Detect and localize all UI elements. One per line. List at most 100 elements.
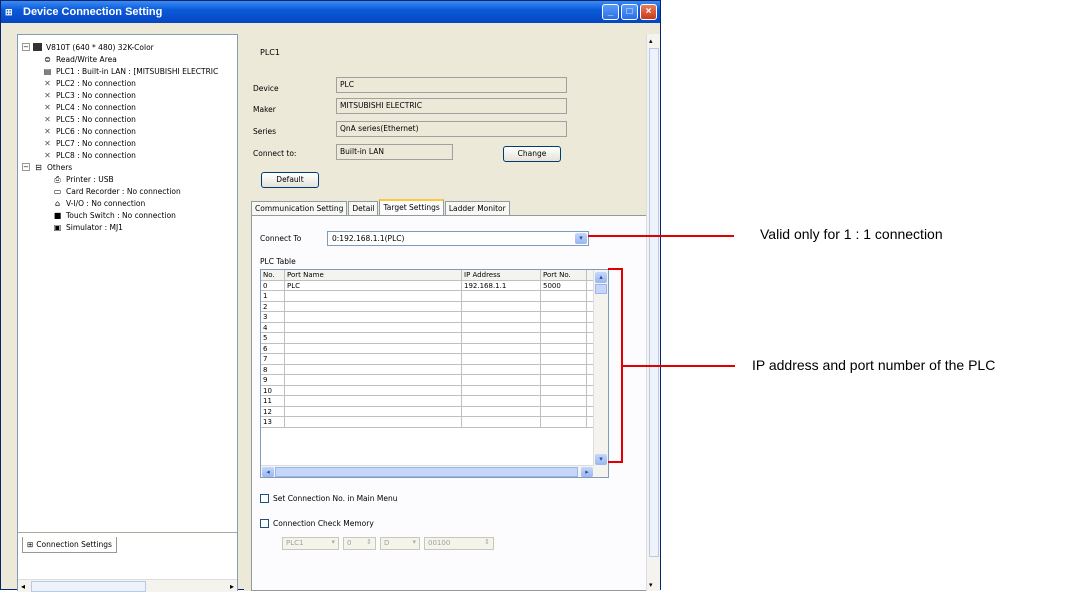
tree-item[interactable]: ⌂ V-I/O : No connection: [22, 197, 237, 209]
cell-no[interactable]: 9: [261, 375, 285, 385]
cell-no[interactable]: 1: [261, 291, 285, 301]
scroll-up-icon[interactable]: ▴: [595, 272, 607, 283]
cell-port-name[interactable]: [285, 312, 462, 322]
cell-port-name[interactable]: [285, 396, 462, 406]
memory-address-stepper[interactable]: 00100 ⇕: [424, 537, 494, 550]
memory-device-select[interactable]: D ▾: [380, 537, 420, 550]
cell-port-no[interactable]: [541, 291, 587, 301]
cell-ip-address[interactable]: [462, 396, 541, 406]
table-row[interactable]: 2: [261, 301, 608, 312]
cell-port-no[interactable]: [541, 364, 587, 374]
set-connection-checkbox[interactable]: [260, 494, 269, 503]
cell-port-no[interactable]: [541, 333, 587, 343]
table-row[interactable]: 10: [261, 385, 608, 396]
cell-no[interactable]: 2: [261, 301, 285, 311]
cell-ip-address[interactable]: [462, 364, 541, 374]
column-header-port-no[interactable]: Port No.: [541, 270, 587, 280]
table-row[interactable]: 6: [261, 343, 608, 354]
scroll-up-icon[interactable]: ▴: [649, 37, 653, 45]
tab-detail[interactable]: Detail: [348, 201, 379, 215]
table-row[interactable]: 8: [261, 364, 608, 375]
connect-to-select[interactable]: 0:192.168.1.1(PLC) ▾: [327, 231, 589, 246]
table-row[interactable]: 7: [261, 354, 608, 365]
cell-ip-address[interactable]: [462, 417, 541, 427]
cell-ip-address[interactable]: [462, 385, 541, 395]
cell-port-no[interactable]: [541, 301, 587, 311]
collapse-icon[interactable]: −: [22, 163, 30, 171]
cell-no[interactable]: 10: [261, 385, 285, 395]
tree-item[interactable]: ⎙ Printer : USB: [22, 173, 237, 185]
cell-port-name[interactable]: [285, 417, 462, 427]
cell-port-no[interactable]: [541, 354, 587, 364]
cell-port-name[interactable]: [285, 375, 462, 385]
table-row[interactable]: 1: [261, 291, 608, 302]
tree-item[interactable]: ⊜ Read/Write Area: [22, 53, 237, 65]
table-row[interactable]: 13: [261, 417, 608, 428]
cell-no[interactable]: 6: [261, 343, 285, 353]
cell-ip-address[interactable]: [462, 354, 541, 364]
cell-port-no[interactable]: [541, 417, 587, 427]
cell-ip-address[interactable]: [462, 343, 541, 353]
tree-item[interactable]: ✕ PLC6 : No connection: [22, 125, 237, 137]
chevron-down-icon[interactable]: ▾: [575, 233, 587, 244]
scroll-right-icon[interactable]: ▸: [581, 467, 593, 477]
cell-port-name[interactable]: [285, 291, 462, 301]
tree-item[interactable]: ▣ Simulator : MJ1: [22, 221, 237, 233]
cell-port-name[interactable]: [285, 364, 462, 374]
tree-item[interactable]: ■ Touch Switch : No connection: [22, 209, 237, 221]
memory-plc-select[interactable]: PLC1 ▾: [282, 537, 339, 550]
cell-no[interactable]: 8: [261, 364, 285, 374]
cell-ip-address[interactable]: [462, 291, 541, 301]
tree-root[interactable]: − V810T (640 * 480) 32K-Color: [22, 41, 237, 53]
left-horizontal-scrollbar[interactable]: ◂ ▸: [18, 579, 237, 592]
table-row[interactable]: 4: [261, 322, 608, 333]
cell-port-name[interactable]: [285, 301, 462, 311]
tab-ladder-monitor[interactable]: Ladder Monitor: [444, 201, 510, 215]
cell-port-no[interactable]: [541, 375, 587, 385]
scroll-thumb[interactable]: [649, 48, 659, 557]
cell-port-name[interactable]: [285, 385, 462, 395]
cell-ip-address[interactable]: [462, 406, 541, 416]
cell-ip-address[interactable]: [462, 301, 541, 311]
cell-port-name[interactable]: [285, 354, 462, 364]
cell-port-name[interactable]: PLC: [285, 280, 462, 290]
cell-ip-address[interactable]: [462, 312, 541, 322]
cell-no[interactable]: 13: [261, 417, 285, 427]
minimize-button[interactable]: _: [602, 4, 619, 20]
cell-no[interactable]: 7: [261, 354, 285, 364]
table-row[interactable]: 9: [261, 375, 608, 386]
cell-port-no[interactable]: [541, 312, 587, 322]
tree-others[interactable]: − ⊟ Others: [22, 161, 237, 173]
scroll-down-icon[interactable]: ▾: [649, 581, 653, 589]
tree-item[interactable]: ▤ PLC1 : Built-in LAN : [MITSUBISHI ELECT…: [22, 65, 237, 77]
check-memory-checkbox[interactable]: [260, 519, 269, 528]
cell-port-no[interactable]: [541, 406, 587, 416]
table-horizontal-scrollbar[interactable]: ◂ ▸: [261, 465, 594, 477]
cell-no[interactable]: 12: [261, 406, 285, 416]
tree-item[interactable]: ✕ PLC7 : No connection: [22, 137, 237, 149]
check-memory-option[interactable]: Connection Check Memory: [260, 519, 374, 528]
table-row[interactable]: 12: [261, 406, 608, 417]
tree-item[interactable]: ✕ PLC2 : No connection: [22, 77, 237, 89]
scroll-left-icon[interactable]: ◂: [262, 467, 274, 477]
scroll-thumb[interactable]: [595, 284, 607, 294]
tree-item[interactable]: ✕ PLC8 : No connection: [22, 149, 237, 161]
collapse-icon[interactable]: −: [22, 43, 30, 51]
cell-port-no[interactable]: [541, 343, 587, 353]
cell-no[interactable]: 5: [261, 333, 285, 343]
table-row[interactable]: 3: [261, 312, 608, 323]
scroll-down-icon[interactable]: ▾: [595, 454, 607, 465]
settings-vertical-scrollbar[interactable]: ▴ ▾: [646, 34, 660, 591]
cell-ip-address[interactable]: [462, 322, 541, 332]
cell-port-name[interactable]: [285, 322, 462, 332]
column-header-port-name[interactable]: Port Name: [285, 270, 462, 280]
table-row[interactable]: 11: [261, 396, 608, 407]
table-vertical-scrollbar[interactable]: ▴ ▾: [593, 270, 608, 477]
cell-ip-address[interactable]: [462, 375, 541, 385]
cell-port-no[interactable]: [541, 396, 587, 406]
tree-item[interactable]: ✕ PLC3 : No connection: [22, 89, 237, 101]
tab-target-settings[interactable]: Target Settings: [379, 199, 444, 215]
maximize-button[interactable]: □: [621, 4, 638, 20]
memory-number-stepper[interactable]: 0 ⇕: [343, 537, 376, 550]
table-row[interactable]: 5: [261, 333, 608, 344]
